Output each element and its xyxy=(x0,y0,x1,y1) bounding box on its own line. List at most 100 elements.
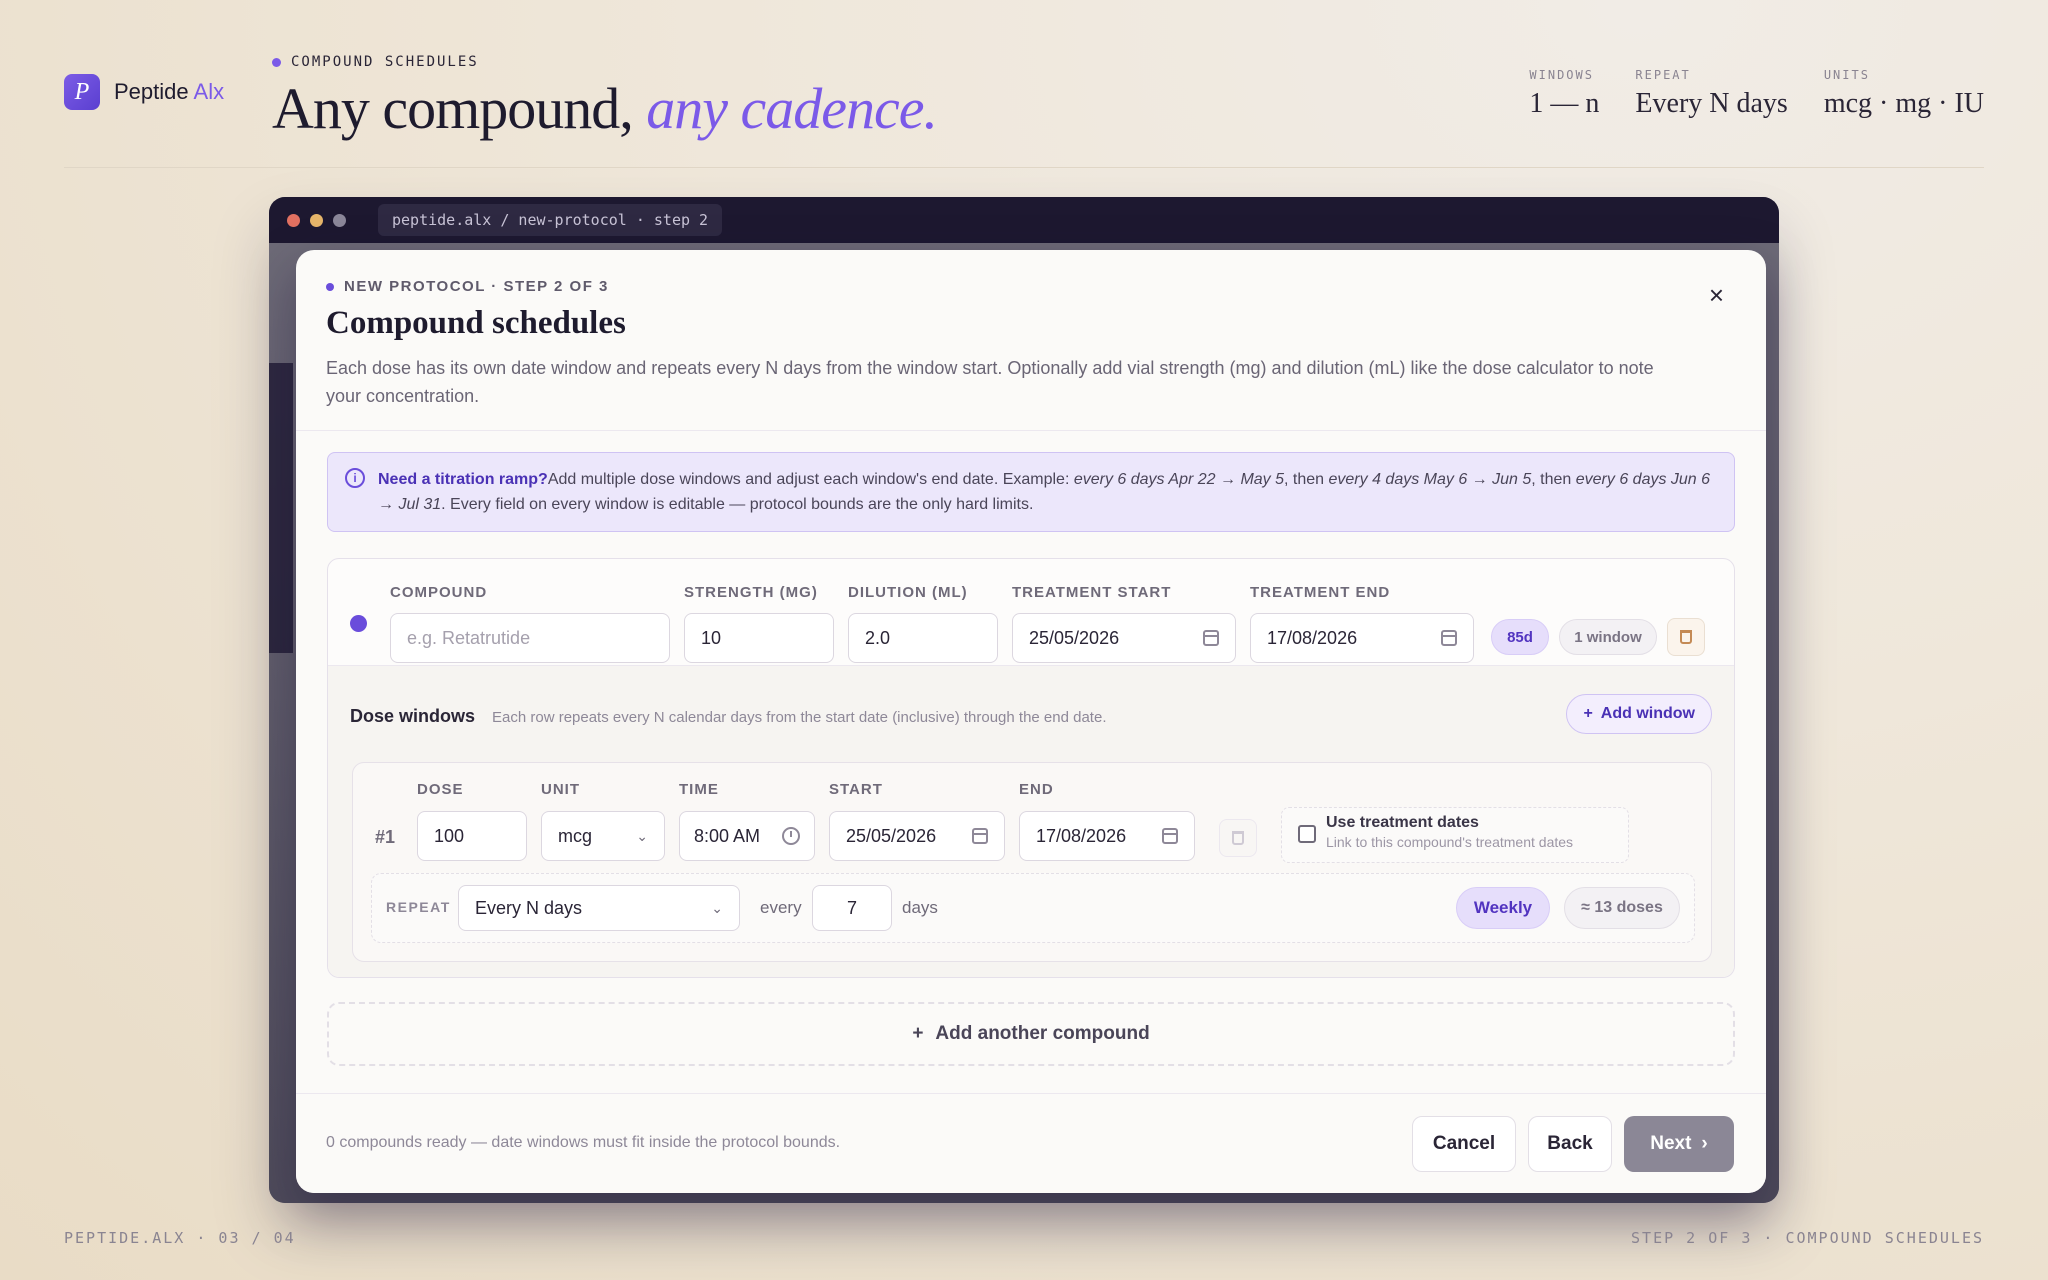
dose-windows-section: Dose windows Each row repeats every N ca… xyxy=(328,665,1734,977)
treatment-end-value: 17/08/2026 xyxy=(1267,627,1358,648)
step-text: NEW PROTOCOL · STEP 2 OF 3 xyxy=(344,278,609,295)
dose-window-row: DOSE UNIT TIME START END #1 100 mcg ⌄ 8:… xyxy=(352,762,1712,962)
address-bar[interactable]: peptide.alx / new-protocol · step 2 xyxy=(378,204,723,236)
hero-title-plain: Any compound, xyxy=(272,76,634,141)
modal-description: Each dose has its own date window and re… xyxy=(326,358,1654,406)
hero-eyebrow: COMPOUND SCHEDULES xyxy=(272,54,937,70)
brand-name-main: Peptide xyxy=(114,79,189,104)
unit-value: mcg xyxy=(558,825,593,846)
close-window-dot-icon[interactable] xyxy=(287,213,300,227)
footer-status-note: 0 compounds ready — date windows must fi… xyxy=(326,1134,841,1151)
repeat-mode-select[interactable]: Every N days ⌄ xyxy=(458,885,740,931)
page-footer-left: PEPTIDE.ALX · 03 / 04 xyxy=(64,1229,296,1247)
unit-select[interactable]: mcg ⌄ xyxy=(541,811,665,861)
compound-input[interactable]: e.g. Retatrutide xyxy=(390,613,670,663)
chevron-down-icon: ⌄ xyxy=(636,827,648,844)
dose-input[interactable]: 100 xyxy=(417,811,527,861)
stat-value: 1 — n xyxy=(1529,88,1600,119)
brand[interactable]: P Peptide Alx xyxy=(64,74,224,110)
hero-title: Any compound, any cadence. xyxy=(272,80,938,138)
compound-label: COMPOUND xyxy=(390,584,488,601)
stat-label: REPEAT xyxy=(1635,68,1691,82)
compound-card: COMPOUND e.g. Retatrutide STRENGTH (MG) … xyxy=(327,558,1735,978)
info-example: every 4 days May 6 → Jun 5 xyxy=(1328,471,1532,488)
brand-name-accent: Alx xyxy=(193,79,225,104)
close-icon[interactable]: × xyxy=(1709,280,1724,311)
use-treatment-dates-option[interactable]: Use treatment dates Link to this compoun… xyxy=(1281,807,1629,863)
delete-window-button[interactable] xyxy=(1219,819,1257,857)
stat-value: mcg · mg · IU xyxy=(1823,88,1984,119)
duration-badge: 85d xyxy=(1491,619,1549,655)
dilution-input[interactable]: 2.0 xyxy=(848,613,998,663)
plus-icon: + xyxy=(912,1023,924,1044)
stat-units: UNITS mcg · mg · IU xyxy=(1824,68,1984,120)
info-text: , then xyxy=(1284,471,1329,488)
compound-placeholder: e.g. Retatrutide xyxy=(407,627,531,648)
plus-icon: + xyxy=(1583,705,1593,722)
dose-label: DOSE xyxy=(417,781,464,798)
window-number: #1 xyxy=(375,827,396,847)
days-text: days xyxy=(902,898,938,917)
brand-name: Peptide Alx xyxy=(114,79,224,105)
time-input[interactable]: 8:00 AM xyxy=(679,811,815,861)
page-footer-right: STEP 2 OF 3 · COMPOUND SCHEDULES xyxy=(1631,1229,1984,1247)
window-end-input[interactable]: 17/08/2026 xyxy=(1019,811,1195,861)
window-count-badge: 1 window xyxy=(1559,619,1657,655)
next-button[interactable]: Next › xyxy=(1624,1116,1734,1172)
end-label: END xyxy=(1019,781,1054,798)
cancel-button[interactable]: Cancel xyxy=(1412,1116,1516,1172)
calendar-icon[interactable] xyxy=(1203,630,1219,646)
dose-windows-title: Dose windows xyxy=(350,706,476,726)
add-compound-button[interactable]: + Add another compound xyxy=(327,1002,1735,1066)
calendar-icon[interactable] xyxy=(972,828,988,844)
use-treatment-dates-checkbox[interactable] xyxy=(1298,825,1316,843)
calendar-icon[interactable] xyxy=(1162,828,1178,844)
stat-label: UNITS xyxy=(1823,68,1870,82)
compound-schedules-modal: NEW PROTOCOL · STEP 2 OF 3 Compound sche… xyxy=(296,250,1766,1193)
repeat-row: REPEAT Every N days ⌄ every 7 days Weekl… xyxy=(371,873,1695,943)
maximize-window-dot-icon[interactable] xyxy=(333,213,346,227)
delete-compound-button[interactable] xyxy=(1667,618,1705,656)
dilution-value: 2.0 xyxy=(865,627,891,648)
stat-windows: WINDOWS 1 — n xyxy=(1529,68,1599,120)
back-button[interactable]: Back xyxy=(1528,1116,1612,1172)
strength-label: STRENGTH (MG) xyxy=(684,584,818,601)
start-label: START xyxy=(829,781,883,798)
cadence-badge: Weekly xyxy=(1456,887,1550,929)
add-window-button[interactable]: + Add window xyxy=(1566,694,1712,734)
add-compound-label: Add another compound xyxy=(935,1023,1150,1044)
treatment-end-input[interactable]: 17/08/2026 xyxy=(1250,613,1474,663)
minimize-window-dot-icon[interactable] xyxy=(310,213,323,227)
trash-icon xyxy=(1232,831,1244,845)
info-icon: i xyxy=(345,468,365,488)
repeat-mode-value: Every N days xyxy=(475,897,583,918)
step-indicator: NEW PROTOCOL · STEP 2 OF 3 xyxy=(326,278,1734,295)
eyebrow-dot-icon xyxy=(272,57,281,67)
stat-repeat: REPEAT Every N days xyxy=(1635,68,1787,120)
brand-logo: P xyxy=(64,74,100,110)
window-start-input[interactable]: 25/05/2026 xyxy=(829,811,1005,861)
backdrop-sidebar xyxy=(269,363,293,653)
time-value: 8:00 AM xyxy=(694,825,761,846)
step-dot-icon xyxy=(326,282,334,291)
stat-value: Every N days xyxy=(1635,88,1788,119)
window-start-value: 25/05/2026 xyxy=(846,825,937,846)
strength-value: 10 xyxy=(701,627,722,648)
calendar-icon[interactable] xyxy=(1441,630,1457,646)
compound-color-dot[interactable] xyxy=(350,615,367,632)
strength-input[interactable]: 10 xyxy=(684,613,834,663)
every-text: every xyxy=(760,898,802,917)
window-end-value: 17/08/2026 xyxy=(1036,825,1127,846)
dose-windows-subtitle: Each row repeats every N calendar days f… xyxy=(492,709,1107,726)
browser-titlebar: peptide.alx / new-protocol · step 2 xyxy=(269,197,1779,243)
clock-icon xyxy=(782,827,800,845)
chevron-down-icon: ⌄ xyxy=(711,899,723,916)
interval-input[interactable]: 7 xyxy=(812,885,892,931)
use-treatment-dates-title: Use treatment dates xyxy=(1326,814,1479,831)
time-label: TIME xyxy=(679,781,719,798)
treatment-start-value: 25/05/2026 xyxy=(1029,627,1120,648)
treatment-start-input[interactable]: 25/05/2026 xyxy=(1012,613,1236,663)
modal-title: Compound schedules xyxy=(326,305,626,341)
hero-title-italic: any cadence. xyxy=(646,76,938,141)
dose-value: 100 xyxy=(434,825,465,846)
